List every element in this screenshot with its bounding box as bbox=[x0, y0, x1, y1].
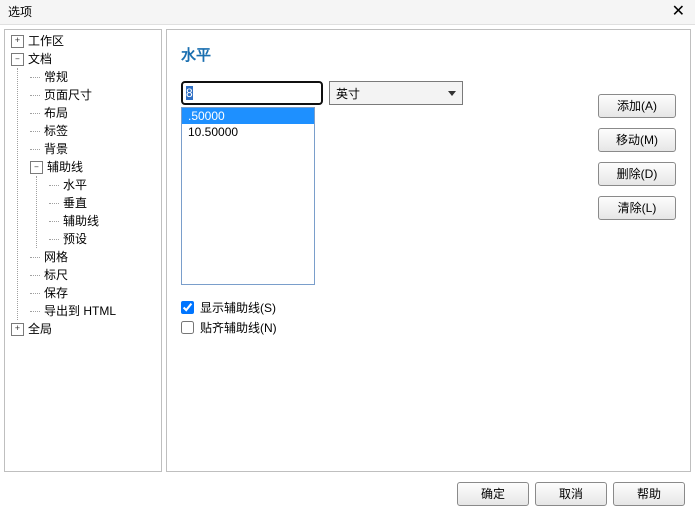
show-guides-row: 显示辅助线(S) bbox=[181, 297, 676, 317]
value-input[interactable] bbox=[181, 81, 323, 105]
collapse-icon[interactable]: – bbox=[30, 161, 43, 174]
snap-guides-label: 贴齐辅助线(N) bbox=[200, 319, 277, 336]
tree-node-export-html[interactable]: 导出到 HTML bbox=[24, 302, 161, 320]
tree-connector-icon bbox=[49, 203, 59, 204]
tree-node-horizontal[interactable]: 水平 bbox=[43, 176, 161, 194]
titlebar: 选项 ✕ bbox=[0, 0, 695, 25]
tree-label-document: 文档 bbox=[28, 50, 52, 68]
tree-label-background: 背景 bbox=[44, 140, 68, 158]
tree-node-layout[interactable]: 布局 bbox=[24, 104, 161, 122]
tree-label-vertical: 垂直 bbox=[63, 194, 87, 212]
tree-label-horizontal: 水平 bbox=[63, 176, 87, 194]
tree-node-general[interactable]: 常规 bbox=[24, 68, 161, 86]
tree-label-grid: 网格 bbox=[44, 248, 68, 266]
tree-node-ruler[interactable]: 标尺 bbox=[24, 266, 161, 284]
tree-node-guides[interactable]: – 辅助线 bbox=[24, 158, 161, 176]
dialog-body: + 工作区 – 文档 常规 页面尺寸 布局 标签 背景 – bbox=[0, 25, 695, 476]
list-item[interactable]: 10.50000 bbox=[182, 124, 314, 140]
tree-node-vertical[interactable]: 垂直 bbox=[43, 194, 161, 212]
tree-node-page-size[interactable]: 页面尺寸 bbox=[24, 86, 161, 104]
unit-select[interactable]: 英寸 bbox=[329, 81, 463, 105]
content-panel: 水平 .50000 10.50000 英寸 添加(A) 移动(M) 删除(D) … bbox=[166, 29, 691, 472]
tree-node-guide[interactable]: 辅助线 bbox=[43, 212, 161, 230]
tree-connector-icon bbox=[30, 257, 40, 258]
tree-label-guide: 辅助线 bbox=[63, 212, 99, 230]
tree-node-workspace[interactable]: + 工作区 bbox=[5, 32, 161, 50]
clear-button[interactable]: 清除(L) bbox=[598, 196, 676, 220]
tree-node-background[interactable]: 背景 bbox=[24, 140, 161, 158]
cancel-button[interactable]: 取消 bbox=[535, 482, 607, 506]
tree-node-save[interactable]: 保存 bbox=[24, 284, 161, 302]
tree-label-guides: 辅助线 bbox=[47, 158, 83, 176]
dialog-footer: 确定 取消 帮助 bbox=[0, 476, 695, 511]
tree-root: + 工作区 – 文档 常规 页面尺寸 布局 标签 背景 – bbox=[5, 30, 161, 340]
tree-connector-icon bbox=[30, 149, 40, 150]
tree-label-page-size: 页面尺寸 bbox=[44, 86, 92, 104]
tree-connector-icon bbox=[49, 221, 59, 222]
tree-connector-icon bbox=[30, 293, 40, 294]
tree-connector-icon bbox=[49, 239, 59, 240]
tree-label-save: 保存 bbox=[44, 284, 68, 302]
tree-connector-icon bbox=[30, 95, 40, 96]
tree-node-tag[interactable]: 标签 bbox=[24, 122, 161, 140]
snap-guides-checkbox[interactable] bbox=[181, 321, 194, 334]
tree-connector-icon bbox=[30, 311, 40, 312]
expand-icon[interactable]: + bbox=[11, 35, 24, 48]
add-button[interactable]: 添加(A) bbox=[598, 94, 676, 118]
tree-label-preset: 预设 bbox=[63, 230, 87, 248]
snap-guides-row: 贴齐辅助线(N) bbox=[181, 317, 676, 337]
chevron-down-icon bbox=[448, 91, 456, 96]
window-title: 选项 bbox=[8, 0, 32, 24]
tree-connector-icon bbox=[30, 275, 40, 276]
ok-button[interactable]: 确定 bbox=[457, 482, 529, 506]
tree-label-workspace: 工作区 bbox=[28, 32, 64, 50]
tree-label-tag: 标签 bbox=[44, 122, 68, 140]
collapse-icon[interactable]: – bbox=[11, 53, 24, 66]
tree-label-global: 全局 bbox=[28, 320, 52, 338]
tree-panel: + 工作区 – 文档 常规 页面尺寸 布局 标签 背景 – bbox=[4, 29, 162, 472]
values-listbox[interactable]: .50000 10.50000 bbox=[181, 107, 315, 285]
tree-node-grid[interactable]: 网格 bbox=[24, 248, 161, 266]
tree-label-layout: 布局 bbox=[44, 104, 68, 122]
tree-connector-icon bbox=[30, 113, 40, 114]
tree-label-general: 常规 bbox=[44, 68, 68, 86]
close-icon[interactable]: ✕ bbox=[668, 0, 689, 24]
tree-connector-icon bbox=[30, 131, 40, 132]
tree-label-ruler: 标尺 bbox=[44, 266, 68, 284]
unit-value: 英寸 bbox=[336, 85, 360, 102]
list-item[interactable]: .50000 bbox=[182, 108, 314, 124]
tree-node-preset[interactable]: 预设 bbox=[43, 230, 161, 248]
show-guides-checkbox[interactable] bbox=[181, 301, 194, 314]
tree-label-export-html: 导出到 HTML bbox=[44, 302, 116, 320]
side-buttons: 添加(A) 移动(M) 删除(D) 清除(L) bbox=[598, 94, 676, 220]
tree-node-document[interactable]: – 文档 bbox=[5, 50, 161, 68]
delete-button[interactable]: 删除(D) bbox=[598, 162, 676, 186]
tree-connector-icon bbox=[30, 77, 40, 78]
section-title: 水平 bbox=[181, 44, 676, 65]
show-guides-label: 显示辅助线(S) bbox=[200, 299, 276, 316]
value-column: .50000 10.50000 bbox=[181, 81, 323, 285]
tree-node-global[interactable]: + 全局 bbox=[5, 320, 161, 338]
move-button[interactable]: 移动(M) bbox=[598, 128, 676, 152]
checkbox-group: 显示辅助线(S) 贴齐辅助线(N) bbox=[181, 297, 676, 337]
tree-connector-icon bbox=[49, 185, 59, 186]
expand-icon[interactable]: + bbox=[11, 323, 24, 336]
help-button[interactable]: 帮助 bbox=[613, 482, 685, 506]
